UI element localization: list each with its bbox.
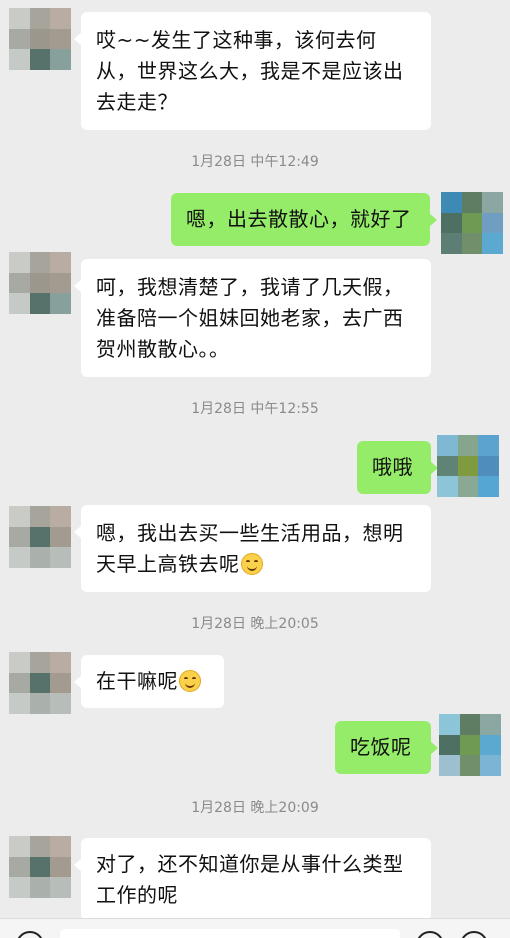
voice-icon[interactable] (16, 931, 44, 938)
message-input[interactable] (60, 929, 400, 938)
message-text: 在干嘛呢 (96, 669, 178, 693)
contact-avatar[interactable] (9, 506, 71, 568)
my-avatar[interactable] (437, 435, 499, 497)
message-bubble-incoming[interactable]: 在干嘛呢 (74, 655, 224, 708)
contact-avatar[interactable] (9, 8, 71, 70)
timestamp: 1月28日 中午12:55 (191, 401, 319, 417)
message-bubble-outgoing[interactable]: 哦哦 (357, 441, 438, 494)
message-bubble-incoming[interactable]: 哎~~发生了这种事，该何去何从，世界这么大，我是不是应该出去走走？ (74, 12, 431, 130)
plus-icon[interactable] (460, 931, 488, 938)
message-bubble-outgoing[interactable]: 嗯，出去散散心，就好了 (171, 193, 437, 246)
message-text: 吃饭呢 (350, 735, 412, 759)
message-text: 对了，还不知道你是从事什么类型工作的呢 (96, 852, 404, 907)
my-avatar[interactable] (439, 714, 501, 776)
message-text: 呵，我想清楚了，我请了几天假，准备陪一个姐妹回她老家，去广西贺州散散心。。 (96, 275, 404, 361)
chat-input-bar (0, 918, 510, 938)
emoji-icon[interactable] (416, 931, 444, 938)
contact-avatar[interactable] (9, 252, 71, 314)
timestamp: 1月28日 晚上20:05 (191, 616, 319, 632)
message-bubble-incoming[interactable]: 呵，我想清楚了，我请了几天假，准备陪一个姐妹回她老家，去广西贺州散散心。。 (74, 259, 431, 377)
chat-screen: 哎~~发生了这种事，该何去何从，世界这么大，我是不是应该出去走走？ 1月28日 … (0, 0, 510, 938)
timestamp: 1月28日 中午12:49 (191, 154, 319, 170)
smile-emoji-icon (179, 670, 201, 692)
message-text: 哦哦 (372, 455, 413, 479)
message-bubble-incoming[interactable]: 对了，还不知道你是从事什么类型工作的呢 (74, 838, 431, 921)
my-avatar[interactable] (441, 192, 503, 254)
message-text: 哎~~发生了这种事，该何去何从，世界这么大，我是不是应该出去走走？ (96, 28, 404, 114)
message-text: 嗯，出去散散心，就好了 (186, 207, 412, 231)
timestamp: 1月28日 晚上20:09 (191, 800, 319, 816)
message-bubble-incoming[interactable]: 嗯，我出去买一些生活用品，想明天早上高铁去呢 (74, 505, 431, 592)
contact-avatar[interactable] (9, 836, 71, 898)
message-bubble-outgoing[interactable]: 吃饭呢 (335, 721, 438, 774)
smile-emoji-icon (240, 553, 263, 575)
contact-avatar[interactable] (9, 652, 71, 714)
